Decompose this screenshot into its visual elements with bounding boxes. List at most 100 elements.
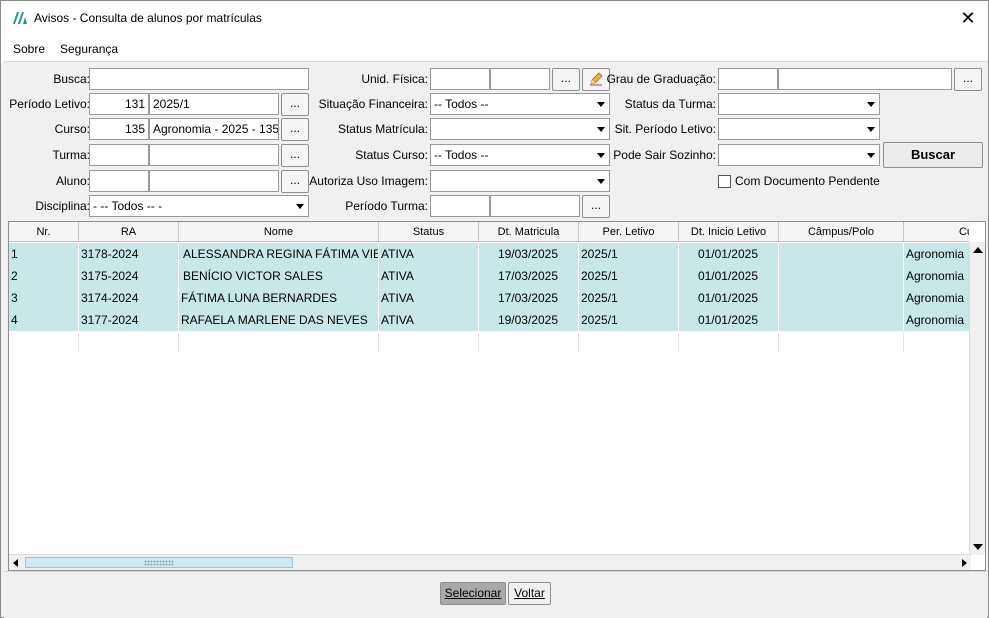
- selecionar-button[interactable]: Selecionar: [440, 582, 506, 605]
- table-row[interactable]: 2 3175-2024 BENÍCIO VICTOR SALES ATIVA 1…: [9, 265, 969, 287]
- empty-row: [9, 331, 969, 353]
- cell-nr: 3: [9, 287, 79, 309]
- situacao-financeira-select[interactable]: -- Todos --: [430, 93, 610, 115]
- vertical-scrollbar[interactable]: [969, 242, 985, 555]
- periodo-turma-code-input[interactable]: [430, 195, 490, 217]
- horizontal-scroll-thumb[interactable]: [25, 557, 293, 568]
- sit-periodo-letivo-select[interactable]: [718, 118, 880, 140]
- cell-dt-matricula: 17/03/2025: [479, 265, 579, 287]
- column-header-curso[interactable]: Cu: [904, 222, 969, 241]
- status-turma-select[interactable]: [718, 93, 880, 115]
- empty-cell: [79, 331, 179, 353]
- cell-curso: Agronomia: [904, 265, 969, 287]
- curso-label: Curso:: [54, 122, 90, 136]
- menu-item-sobre[interactable]: Sobre: [13, 42, 45, 56]
- unid-fisica-label: Unid. Física:: [361, 72, 428, 86]
- cell-ra: 3174-2024: [79, 287, 179, 309]
- scroll-up-icon[interactable]: [973, 247, 983, 253]
- periodo-letivo-lookup-button[interactable]: ...: [281, 93, 309, 116]
- chevron-down-icon: [597, 102, 605, 107]
- grip-icon: [144, 560, 174, 566]
- cell-curso: Agronomia: [904, 309, 969, 331]
- chevron-down-icon: [867, 127, 875, 132]
- grau-graduacao-code-input[interactable]: [718, 68, 778, 90]
- menu-item-seguranca[interactable]: Segurança: [60, 42, 118, 56]
- cell-nome: BENÍCIO VICTOR SALES: [179, 265, 379, 287]
- periodo-letivo-code-input[interactable]: 131: [89, 93, 149, 115]
- pode-sair-sozinho-select[interactable]: [718, 144, 880, 166]
- aluno-code-input[interactable]: [89, 170, 149, 192]
- cell-status: ATIVA: [379, 287, 479, 309]
- table-row[interactable]: 1 3178-2024 ALESSANDRA REGINA FÁTIMA VIE…: [9, 243, 969, 265]
- curso-lookup-button[interactable]: ...: [281, 118, 309, 141]
- cell-curso: Agronomia: [904, 287, 969, 309]
- periodo-letivo-input[interactable]: 2025/1: [149, 93, 279, 115]
- turma-code-input[interactable]: [89, 144, 149, 166]
- disciplina-value: - -- Todos -- -: [93, 199, 163, 213]
- table-row[interactable]: 3 3174-2024 FÁTIMA LUNA BERNARDES ATIVA …: [9, 287, 969, 309]
- close-button[interactable]: ✕: [948, 1, 988, 35]
- column-header-nome[interactable]: Nome: [179, 222, 379, 241]
- scroll-right-icon[interactable]: [962, 559, 967, 567]
- curso-code-input[interactable]: 135: [89, 118, 149, 140]
- unid-fisica-lookup-button[interactable]: ...: [552, 68, 580, 91]
- column-header-status[interactable]: Status: [379, 222, 479, 241]
- aluno-input[interactable]: [149, 170, 279, 192]
- scroll-left-icon[interactable]: [13, 559, 18, 567]
- voltar-button[interactable]: Voltar: [508, 582, 551, 605]
- column-header-campus-polo[interactable]: Câmpus/Polo: [779, 222, 904, 241]
- cell-nr: 2: [9, 265, 79, 287]
- cell-dt-inicio: 01/01/2025: [679, 309, 779, 331]
- status-turma-label: Status da Turma:: [624, 97, 716, 111]
- status-matricula-label: Status Matrícula:: [337, 122, 428, 136]
- cell-dt-matricula: 19/03/2025: [479, 309, 579, 331]
- column-header-ra[interactable]: RA: [79, 222, 179, 241]
- situacao-financeira-label: Situação Financeira:: [318, 97, 428, 111]
- grau-graduacao-lookup-button[interactable]: ...: [954, 68, 982, 91]
- cell-status: ATIVA: [379, 309, 479, 331]
- horizontal-scrollbar[interactable]: [9, 554, 971, 570]
- cell-campus: [779, 309, 904, 331]
- empty-cell: [579, 331, 679, 353]
- cell-dt-inicio: 01/01/2025: [679, 287, 779, 309]
- empty-cell: [9, 331, 79, 353]
- curso-input[interactable]: Agronomia - 2025 - 135: [149, 118, 279, 140]
- column-header-per-letivo[interactable]: Per. Letivo: [579, 222, 679, 241]
- aluno-label: Aluno:: [55, 174, 90, 188]
- cell-nr: 4: [9, 309, 79, 331]
- cell-ra: 3175-2024: [79, 265, 179, 287]
- cell-campus: [779, 243, 904, 265]
- periodo-turma-input[interactable]: [490, 195, 580, 217]
- status-matricula-select[interactable]: [430, 118, 610, 140]
- turma-input[interactable]: [149, 144, 279, 166]
- status-curso-select[interactable]: -- Todos --: [430, 144, 610, 166]
- aluno-lookup-button[interactable]: ...: [281, 170, 309, 193]
- chevron-down-icon: [597, 127, 605, 132]
- buscar-button[interactable]: Buscar: [883, 142, 983, 168]
- column-header-dt-inicio-letivo[interactable]: Dt. Inicio Letivo: [679, 222, 779, 241]
- turma-lookup-button[interactable]: ...: [281, 144, 309, 167]
- table-row[interactable]: 4 3177-2024 RAFAELA MARLENE DAS NEVES AT…: [9, 309, 969, 331]
- periodo-turma-lookup-button[interactable]: ...: [582, 195, 610, 218]
- empty-cell: [479, 331, 579, 353]
- column-header-dt-matricula[interactable]: Dt. Matricula: [479, 222, 579, 241]
- grau-graduacao-input[interactable]: [778, 68, 952, 90]
- com-documento-pendente-checkbox[interactable]: [718, 175, 731, 188]
- pencil-icon: [590, 72, 603, 86]
- column-header-nr[interactable]: Nr.: [9, 222, 79, 241]
- busca-input[interactable]: [89, 68, 309, 90]
- grid-body: 1 3178-2024 ALESSANDRA REGINA FÁTIMA VIE…: [9, 243, 969, 555]
- cell-dt-matricula: 17/03/2025: [479, 287, 579, 309]
- app-logo-icon: [13, 12, 27, 24]
- cell-nome: ALESSANDRA REGINA FÁTIMA VIEI...: [179, 243, 379, 265]
- unid-fisica-input[interactable]: [490, 68, 550, 90]
- empty-cell: [679, 331, 779, 353]
- scroll-down-icon[interactable]: [973, 544, 983, 550]
- pode-sair-sozinho-label: Pode Sair Sozinho:: [613, 148, 716, 162]
- autoriza-uso-imagem-select[interactable]: [430, 170, 610, 192]
- window-title: Avisos - Consulta de alunos por matrícul…: [34, 11, 262, 25]
- empty-cell: [779, 331, 904, 353]
- disciplina-select[interactable]: - -- Todos -- -: [89, 195, 309, 217]
- unid-fisica-code-input[interactable]: [430, 68, 490, 90]
- situacao-financeira-value: -- Todos --: [434, 97, 489, 111]
